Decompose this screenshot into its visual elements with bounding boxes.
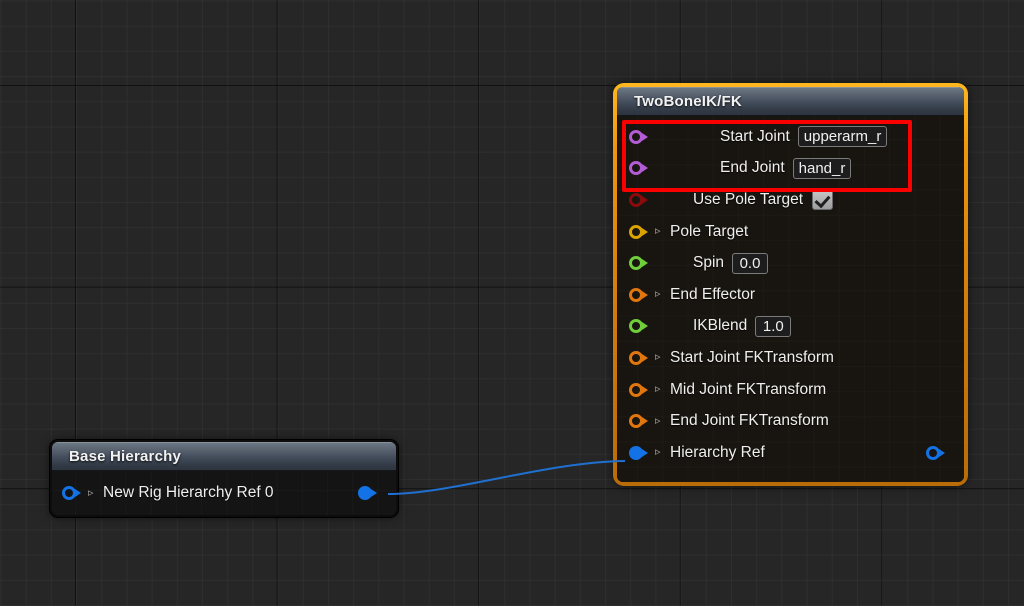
expander-icon-mid-joint-fktransform[interactable]: ▹ [655,384,669,395]
pin-row-spin[interactable]: ▹ Spin 0.0 [617,247,964,279]
node-title: TwoBoneIK/FK [634,93,742,110]
value-start-joint[interactable]: upperarm_r [797,126,888,148]
node-inner: TwoBoneIK/FK ▹ Start Joint upperarm_r [617,87,964,482]
pin-end-effector[interactable] [629,287,651,303]
wire-base-hierarchy-to-hierarchy-ref [387,460,626,495]
pin-row-start-joint[interactable]: ▹ Start Joint upperarm_r [617,121,964,153]
pin-label-start-joint: Start Joint [720,127,790,145]
pin-row-new-rig-hierarchy-ref-0[interactable]: ▹ New Rig Hierarchy Ref 0 [52,478,396,508]
pin-row-pole-target[interactable]: ▹ Pole Target [617,216,964,248]
pin-start-joint[interactable] [629,129,651,145]
pin-mid-joint-fktransform[interactable] [629,382,651,398]
pin-use-pole-target[interactable] [629,192,651,208]
expander-icon-hierarchy-ref[interactable]: ▹ [655,447,669,458]
value-end-joint[interactable]: hand_r [792,157,852,179]
pin-start-joint-fktransform[interactable] [629,350,651,366]
node-body: ▹ New Rig Hierarchy Ref 0 [52,471,396,515]
pin-label-spin: Spin [693,254,725,272]
pin-end-joint[interactable] [629,160,651,176]
pin-new-rig-hierarchy-ref-0-output[interactable] [358,485,380,501]
pin-end-joint-fktransform[interactable] [629,413,651,429]
pin-label-end-joint-fktransform: End Joint FKTransform [670,412,829,430]
value-spin[interactable]: 0.0 [732,252,769,274]
expander-icon-end-joint-fktransform[interactable]: ▹ [655,415,669,427]
pin-label-end-effector: End Effector [670,285,756,303]
pin-label-mid-joint-fktransform: Mid Joint FKTransform [670,380,827,398]
pin-row-start-joint-fktransform[interactable]: ▹ Start Joint FKTransform [617,342,964,374]
node-two-bone-ik-fk[interactable]: TwoBoneIK/FK ▹ Start Joint upperarm_r [613,83,968,486]
pin-label-pole-target: Pole Target [670,222,749,240]
pin-row-end-joint[interactable]: ▹ End Joint hand_r [617,153,964,185]
pin-label-ikblend: IKBlend [693,317,748,335]
pin-pole-target[interactable] [629,224,651,240]
pin-label-end-joint: End Joint [720,159,785,177]
node-header-two-bone-ik-fk[interactable]: TwoBoneIK/FK [617,87,964,116]
pin-hierarchy-ref-output[interactable] [926,445,948,461]
pin-row-ikblend[interactable]: ▹ IKBlend 1.0 [617,311,964,343]
pin-label-new-rig-hierarchy-ref-0: New Rig Hierarchy Ref 0 [103,484,274,501]
pin-row-use-pole-target[interactable]: ▹ Use Pole Target [617,184,964,216]
pin-label-use-pole-target: Use Pole Target [693,190,803,208]
pin-row-mid-joint-fktransform[interactable]: ▹ Mid Joint FKTransform [617,374,964,406]
pin-spin[interactable] [629,255,651,271]
pin-hierarchy-ref-input[interactable] [629,445,651,461]
node-title: Base Hierarchy [69,448,182,465]
node-base-hierarchy[interactable]: Base Hierarchy ▹ New Rig Hierarchy Ref 0 [50,440,398,517]
expander-icon-new-rig-hierarchy-ref-0[interactable]: ▹ [88,487,102,499]
checkbox-use-pole-target[interactable] [812,189,833,211]
expander-icon-end-effector[interactable]: ▹ [655,289,669,300]
value-ikblend[interactable]: 1.0 [755,315,792,337]
node-inner: Base Hierarchy ▹ New Rig Hierarchy Ref 0 [52,442,396,515]
pin-new-rig-hierarchy-ref-0-input[interactable] [62,485,84,501]
node-body: ▹ Start Joint upperarm_r ▹ End Joint han… [617,116,964,482]
pin-label-hierarchy-ref: Hierarchy Ref [670,443,765,461]
pin-row-hierarchy-ref[interactable]: ▹ Hierarchy Ref [617,437,964,469]
node-header-base-hierarchy[interactable]: Base Hierarchy [52,442,396,471]
expander-icon-pole-target[interactable]: ▹ [655,226,669,237]
pin-label-start-joint-fktransform: Start Joint FKTransform [670,348,834,366]
expander-icon-start-joint-fktransform[interactable]: ▹ [655,352,669,363]
pin-row-end-effector[interactable]: ▹ End Effector [617,279,964,311]
pin-ikblend[interactable] [629,318,651,334]
node-graph-canvas[interactable]: TwoBoneIK/FK ▹ Start Joint upperarm_r [0,0,1024,606]
pin-row-end-joint-fktransform[interactable]: ▹ End Joint FKTransform [617,405,964,437]
